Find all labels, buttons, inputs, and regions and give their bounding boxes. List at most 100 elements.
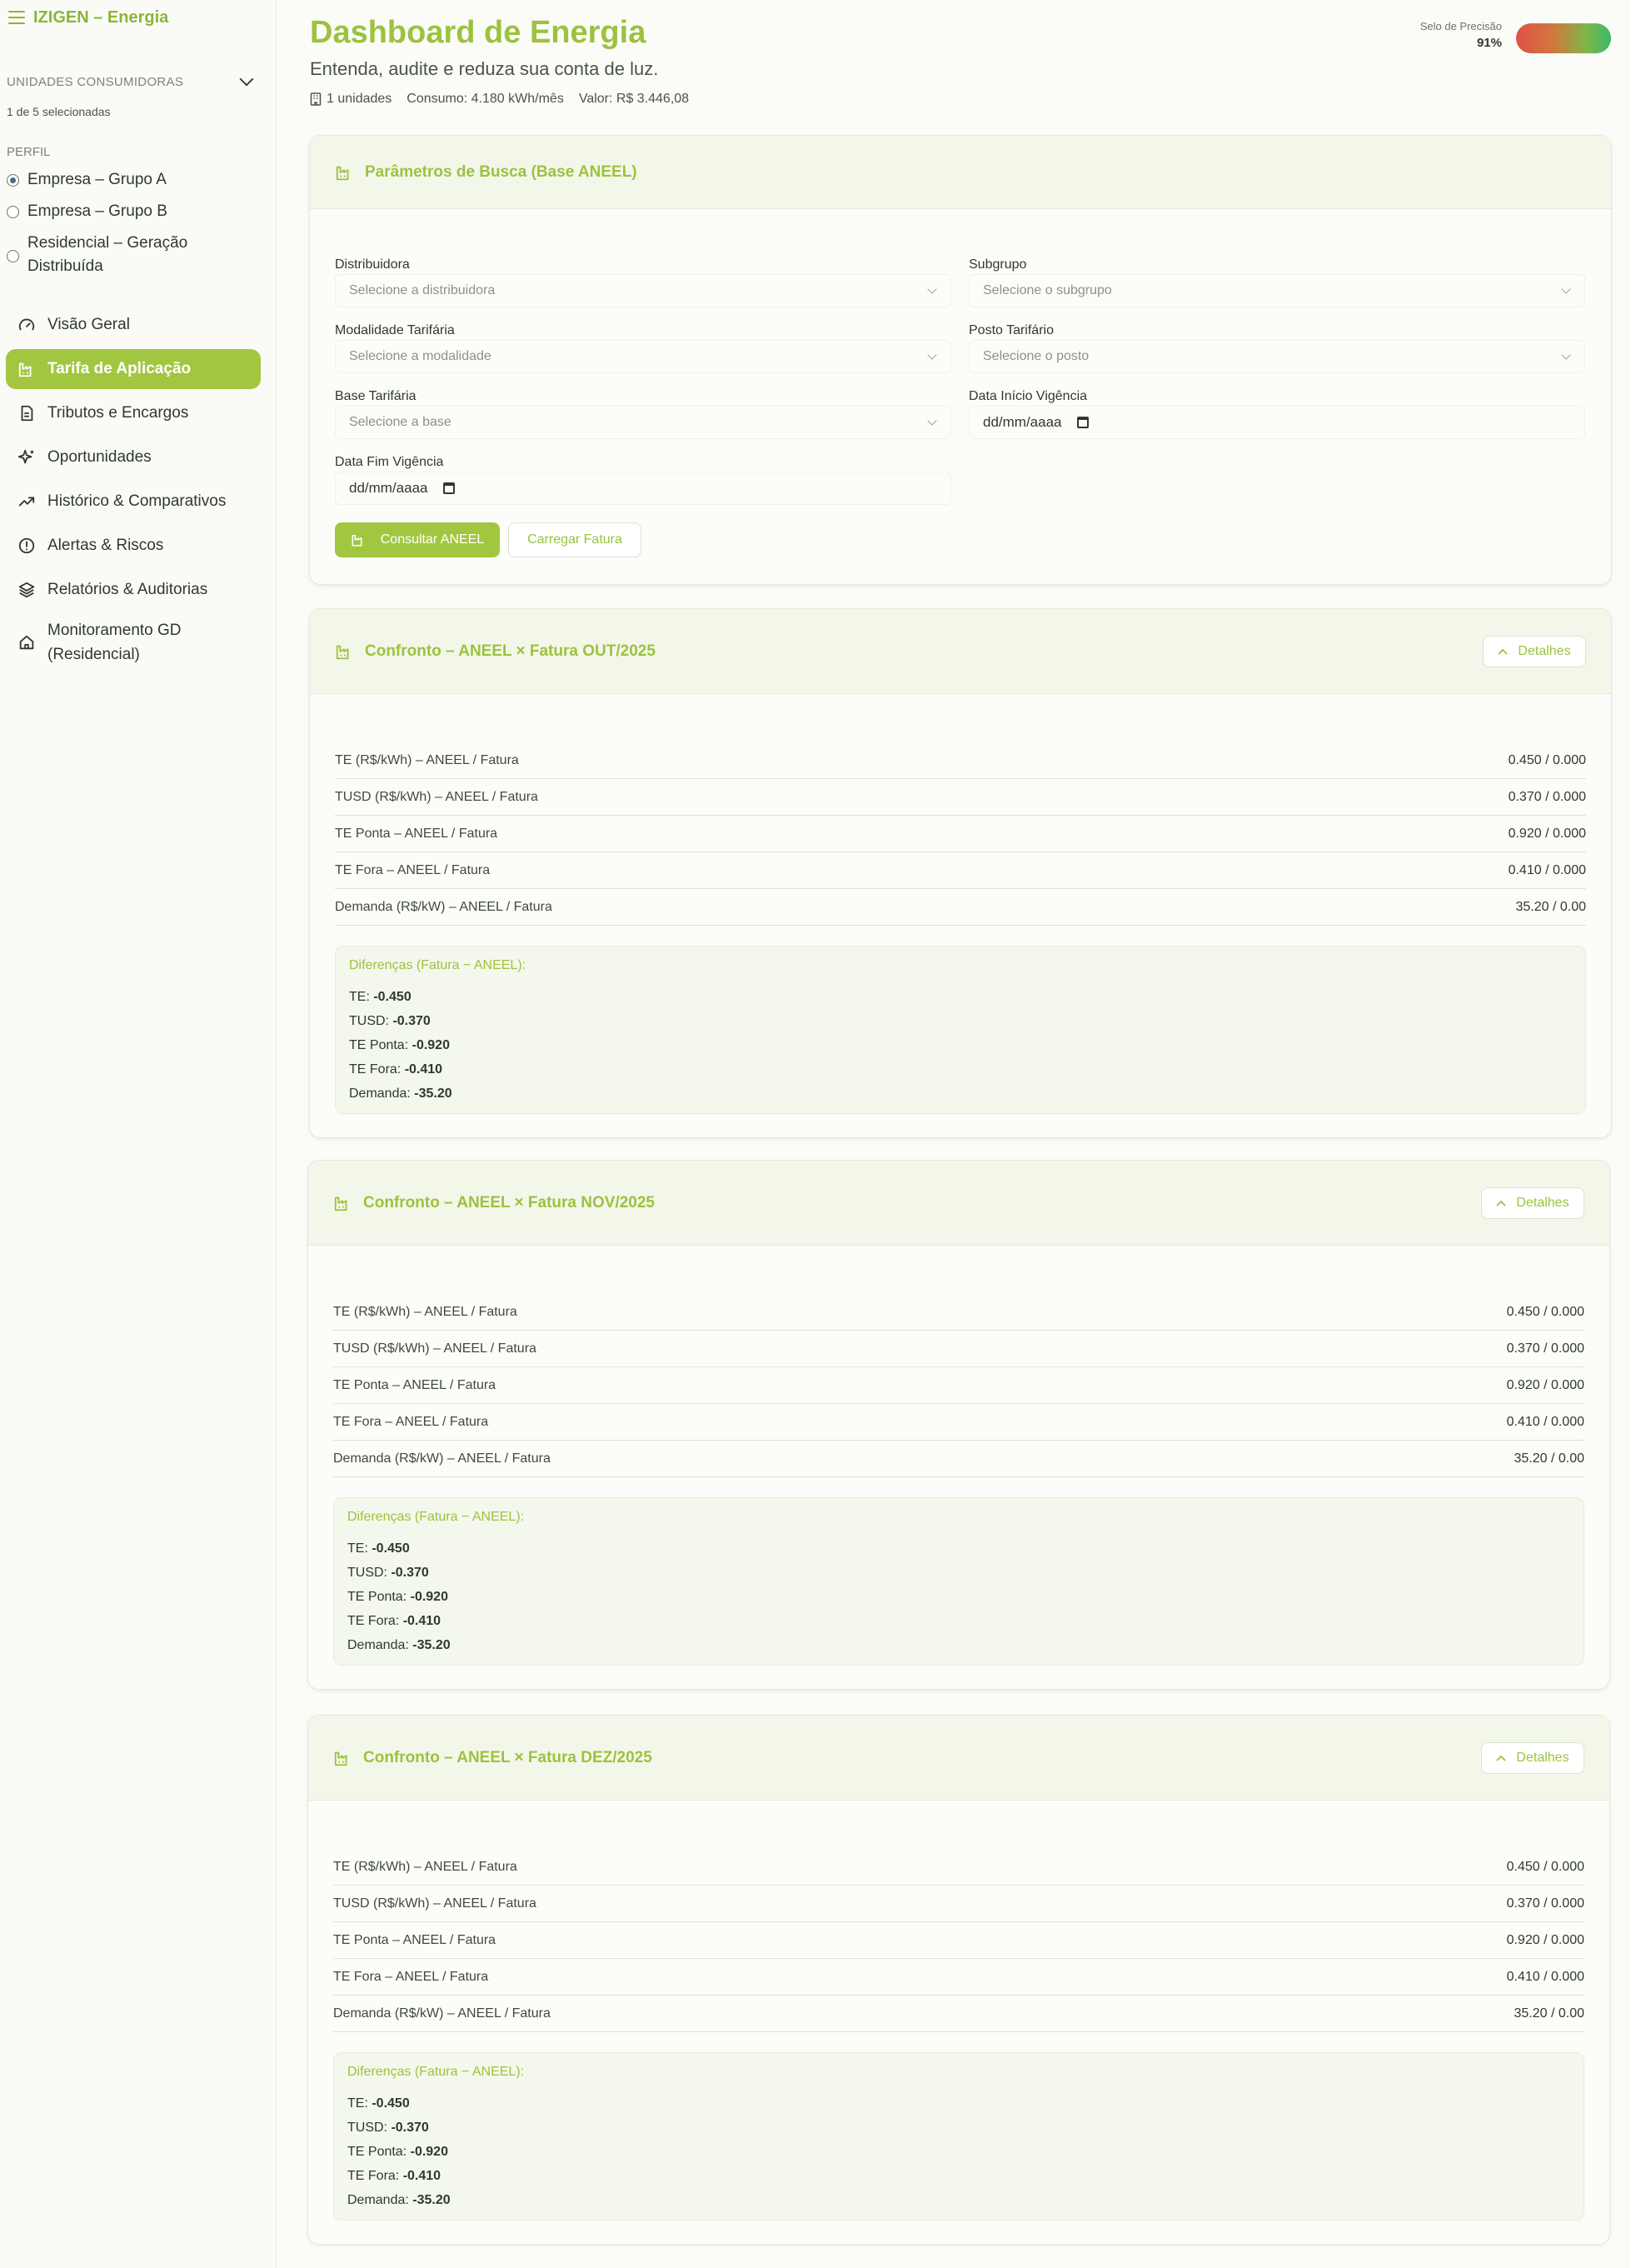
card-title: Confronto – ANEEL × Fatura NOV/2025 xyxy=(333,1194,655,1212)
modalidade-placeholder: Selecione a modalidade xyxy=(349,349,491,363)
data-inicio-input[interactable]: dd/mm/aaaa xyxy=(969,406,1585,439)
chevron-up-icon xyxy=(1498,648,1509,655)
row-value: 0.410 / 0.000 xyxy=(1508,862,1586,877)
perfil-option-residencial-gd[interactable]: Residencial – Geração Distribuída xyxy=(7,232,207,278)
diff-line: TE Ponta: -0.920 xyxy=(349,1038,450,1052)
alert-circle-icon xyxy=(18,537,35,554)
brand-name: IZIGEN – Energia xyxy=(33,7,169,27)
row-value: 0.920 / 0.000 xyxy=(1508,826,1586,841)
sparkles-icon xyxy=(17,449,34,464)
diff-line: Demanda: -35.20 xyxy=(347,1638,451,1652)
radio-icon[interactable] xyxy=(7,250,19,262)
nav-item-tarifa-aplicacao[interactable]: Tarifa de Aplicação xyxy=(6,349,261,389)
nav-label: Tributos e Encargos xyxy=(47,404,189,422)
row-value: 0.920 / 0.000 xyxy=(1506,1377,1584,1392)
base-select[interactable]: Selecione a base xyxy=(335,406,951,439)
precision-label: Selo de Precisão xyxy=(1419,20,1502,32)
subgrupo-select[interactable]: Selecione o subgrupo xyxy=(969,274,1585,307)
row-label: TE Ponta – ANEEL / Fatura xyxy=(333,1932,496,1947)
precision-gauge-bar xyxy=(1516,23,1611,53)
menu-icon[interactable] xyxy=(8,11,25,24)
consultar-aneel-button[interactable]: Consultar ANEEL xyxy=(335,522,500,557)
sidebar: IZIGEN – Energia UNIDADES CONSUMIDORAS 1… xyxy=(0,0,277,2268)
details-button[interactable]: Detalhes xyxy=(1483,635,1586,667)
table-row: TE Ponta – ANEEL / Fatura 0.920 / 0.000 xyxy=(333,1367,1584,1404)
nav-item-historico[interactable]: Histórico & Comparativos xyxy=(6,482,261,522)
rates-table: TE (R$/kWh) – ANEEL / Fatura 0.450 / 0.00… xyxy=(333,1849,1584,2032)
table-row: TUSD (R$/kWh) – ANEEL / Fatura 0.370 / 0.… xyxy=(333,1886,1584,1922)
nav-label: Oportunidades xyxy=(47,448,152,466)
row-label: Demanda (R$/kW) – ANEEL / Fatura xyxy=(333,2006,551,2021)
data-fim-label: Data Fim Vigência xyxy=(335,455,444,469)
rates-table: TE (R$/kWh) – ANEEL / Fatura 0.450 / 0.00… xyxy=(335,742,1586,926)
data-fim-input[interactable]: dd/mm/aaaa xyxy=(335,472,951,505)
base-label: Base Tarifária xyxy=(335,389,416,403)
subgrupo-placeholder: Selecione o subgrupo xyxy=(983,283,1112,297)
details-label: Detalhes xyxy=(1516,1750,1569,1765)
rates-table: TE (R$/kWh) – ANEEL / Fatura 0.450 / 0.00… xyxy=(333,1294,1584,1477)
row-label: Demanda (R$/kW) – ANEEL / Fatura xyxy=(333,1451,551,1466)
row-label: TE Fora – ANEEL / Fatura xyxy=(333,1414,489,1429)
diff-line: TUSD: -0.370 xyxy=(349,1014,431,1028)
brand[interactable]: IZIGEN – Energia xyxy=(8,5,168,30)
perfil-option-grupo-b[interactable]: Empresa – Grupo B xyxy=(7,200,167,223)
row-value: 0.370 / 0.000 xyxy=(1506,1896,1584,1911)
layers-icon xyxy=(18,582,35,598)
data-fim-value: dd/mm/aaaa xyxy=(349,480,428,496)
diff-line: TE: -0.450 xyxy=(349,990,411,1004)
modalidade-select[interactable]: Selecione a modalidade xyxy=(335,340,951,373)
nav-item-monitoramento-gd[interactable]: Monitoramento GD (Residencial) xyxy=(6,618,197,667)
carregar-fatura-button[interactable]: Carregar Fatura xyxy=(508,522,641,557)
card-title: Confronto – ANEEL × Fatura OUT/2025 xyxy=(335,642,656,661)
calendar-icon[interactable] xyxy=(1076,417,1089,428)
details-button[interactable]: Detalhes xyxy=(1481,1186,1584,1219)
table-row: Demanda (R$/kW) – ANEEL / Fatura 35.20 / … xyxy=(333,1441,1584,1477)
modalidade-label: Modalidade Tarifária xyxy=(335,323,455,337)
perfil-option-grupo-a[interactable]: Empresa – Grupo A xyxy=(7,168,167,192)
chevron-up-icon xyxy=(1496,1755,1507,1761)
chevron-down-icon xyxy=(927,416,937,426)
nav-label: Tarifa de Aplicação xyxy=(47,360,192,377)
diff-line: TE Fora: -0.410 xyxy=(347,1614,441,1628)
posto-label: Posto Tarifário xyxy=(969,323,1054,337)
row-label: TE Fora – ANEEL / Fatura xyxy=(333,1969,489,1984)
units-dropdown[interactable]: UNIDADES CONSUMIDORAS xyxy=(7,72,257,90)
card-title-text: Confronto – ANEEL × Fatura NOV/2025 xyxy=(363,1193,655,1211)
calendar-icon[interactable] xyxy=(442,482,455,494)
chevron-down-icon xyxy=(239,72,254,87)
differences-title: Diferenças (Fatura − ANEEL): xyxy=(347,2065,525,2079)
nav-label: Visão Geral xyxy=(47,316,130,333)
posto-select[interactable]: Selecione o posto xyxy=(969,340,1585,373)
nav-item-alertas[interactable]: Alertas & Riscos xyxy=(6,526,261,566)
units-count: 1 unidades xyxy=(327,92,392,106)
nav-item-oportunidades[interactable]: Oportunidades xyxy=(6,437,261,477)
factory-icon xyxy=(334,1751,347,1766)
table-row: Demanda (R$/kW) – ANEEL / Fatura 35.20 / … xyxy=(335,889,1586,926)
subgrupo-label: Subgrupo xyxy=(969,257,1027,272)
diff-line: TE Fora: -0.410 xyxy=(347,2169,441,2183)
table-row: TE Ponta – ANEEL / Fatura 0.920 / 0.000 xyxy=(333,1922,1584,1959)
nav-label: Histórico & Comparativos xyxy=(47,492,227,510)
radio-icon[interactable] xyxy=(7,206,19,218)
table-row: TE Fora – ANEEL / Fatura 0.410 / 0.000 xyxy=(335,852,1586,889)
row-value: 0.410 / 0.000 xyxy=(1506,1969,1584,1984)
factory-icon xyxy=(334,1196,347,1211)
row-value: 0.450 / 0.000 xyxy=(1508,752,1586,767)
distribuidora-select[interactable]: Selecione a distribuidora xyxy=(335,274,951,307)
gauge-icon xyxy=(18,318,35,331)
row-label: TE (R$/kWh) – ANEEL / Fatura xyxy=(335,752,519,767)
search-params-card: Parâmetros de Busca (Base ANEEL) Distrib… xyxy=(309,135,1612,585)
card-header: Parâmetros de Busca (Base ANEEL) xyxy=(310,136,1611,209)
units-label: UNIDADES CONSUMIDORAS xyxy=(7,74,184,89)
nav-item-visao-geral[interactable]: Visão Geral xyxy=(6,305,261,345)
nav-label: Monitoramento GD (Residencial) xyxy=(47,622,182,663)
nav-item-tributos-encargos[interactable]: Tributos e Encargos xyxy=(6,393,261,433)
valor-summary: Valor: R$ 3.446,08 xyxy=(578,92,690,106)
details-button[interactable]: Detalhes xyxy=(1481,1741,1584,1774)
nav-item-relatorios[interactable]: Relatórios & Auditorias xyxy=(6,570,261,610)
row-label: TE (R$/kWh) – ANEEL / Fatura xyxy=(333,1859,517,1874)
precision-seal: Selo de Precisão 91% xyxy=(1420,20,1502,50)
confronto-card: Confronto – ANEEL × Fatura NOV/2025 Deta… xyxy=(307,1160,1610,1690)
radio-icon[interactable] xyxy=(7,174,19,187)
summary-meta: 1 unidades Consumo: 4.180 kWh/mês Valor:… xyxy=(310,92,689,107)
